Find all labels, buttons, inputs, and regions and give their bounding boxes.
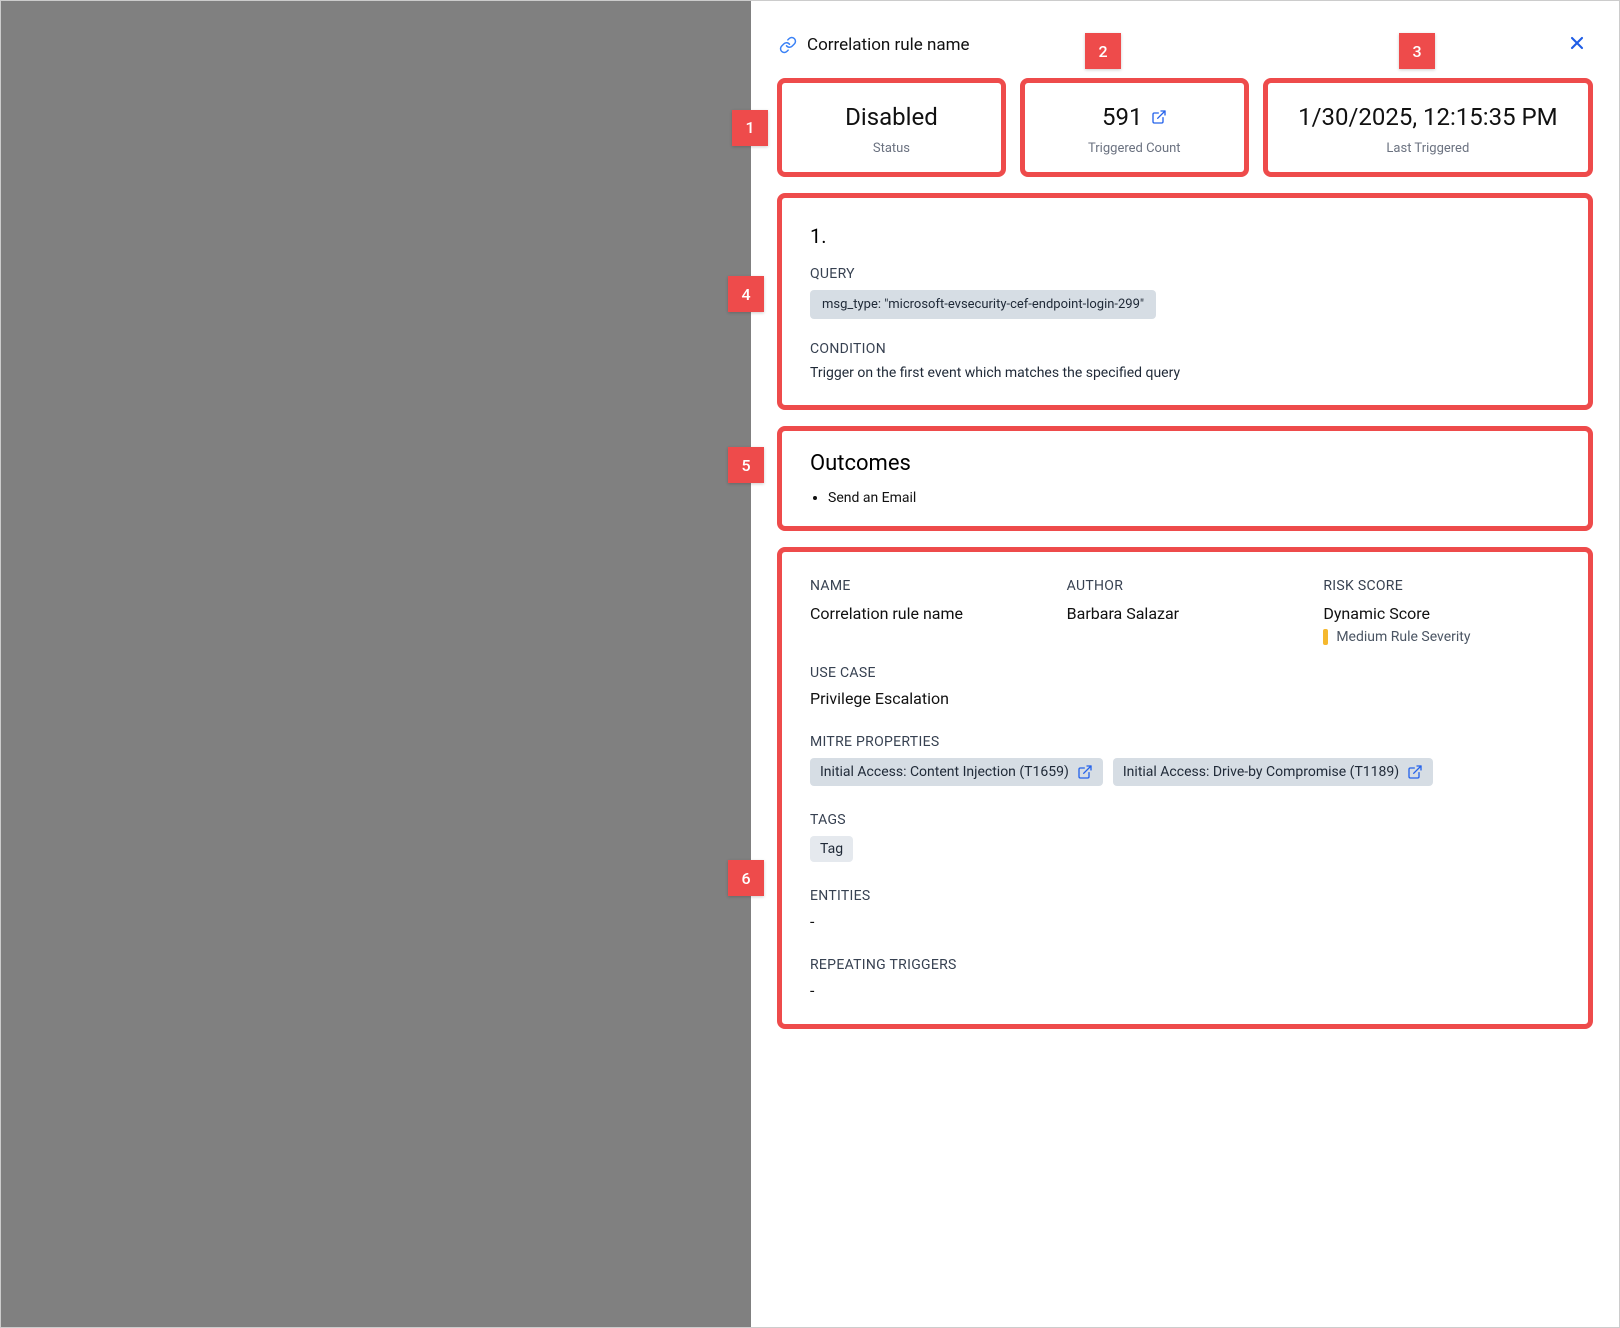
risk-label: RISK SCORE [1323, 578, 1560, 594]
close-icon [1567, 33, 1587, 56]
close-button[interactable] [1563, 29, 1591, 60]
severity-text: Medium Rule Severity [1336, 629, 1470, 645]
severity-row: Medium Rule Severity [1323, 629, 1560, 645]
outcomes-list: Send an Email [810, 490, 1560, 506]
usecase-value: Privilege Escalation [810, 689, 1560, 708]
triggered-count-number: 591 [1102, 103, 1142, 131]
repeating-label: REPEATING TRIGGERS [810, 957, 1560, 973]
usecase-section: USE CASE Privilege Escalation [810, 665, 1560, 708]
repeating-section: REPEATING TRIGGERS - [810, 957, 1560, 1000]
tags-section: TAGS Tag [810, 812, 1560, 862]
mitre-chip-text: Initial Access: Content Injection (T1659… [820, 764, 1069, 780]
author-value: Barbara Salazar [1067, 604, 1304, 623]
mitre-chip-text: Initial Access: Drive-by Compromise (T11… [1123, 764, 1399, 780]
mitre-chip[interactable]: Initial Access: Drive-by Compromise (T11… [1113, 758, 1433, 786]
status-label: Status [790, 141, 993, 156]
entities-label: ENTITIES [810, 888, 1560, 904]
triggered-count-value: 591 [1102, 103, 1166, 131]
tags-label: TAGS [810, 812, 1560, 828]
detail-panel: Correlation rule name 2 3 1 Disabled Sta… [751, 1, 1619, 1327]
name-value: Correlation rule name [810, 604, 1047, 623]
risk-cell: RISK SCORE Dynamic Score Medium Rule Sev… [1323, 578, 1560, 645]
stat-row: 1 Disabled Status 591 Triggered Count 1/… [779, 80, 1591, 175]
callout-6: 6 [728, 860, 764, 896]
callout-1: 1 [732, 110, 768, 146]
outcomes-section: 5 Outcomes Send an Email [779, 428, 1591, 529]
link-icon [779, 36, 797, 54]
modal-backdrop [1, 1, 751, 1327]
mitre-section: MITRE PROPERTIES Initial Access: Content… [810, 734, 1560, 786]
name-label: NAME [810, 578, 1047, 594]
severity-indicator [1323, 629, 1328, 645]
query-field: QUERY msg_type: "microsoft-evsecurity-ce… [810, 266, 1560, 319]
external-link-icon [1151, 109, 1167, 125]
last-triggered-value: 1/30/2025, 12:15:35 PM [1298, 103, 1558, 131]
query-step-number: 1. [810, 224, 1560, 248]
query-label: QUERY [810, 266, 1560, 282]
name-cell: NAME Correlation rule name [810, 578, 1047, 645]
condition-text: Trigger on the first event which matches… [810, 365, 1560, 381]
panel-title-wrap: Correlation rule name [779, 35, 970, 55]
external-link-icon [1077, 764, 1093, 780]
last-triggered-card: 1/30/2025, 12:15:35 PM Last Triggered [1265, 80, 1591, 175]
external-link-icon [1407, 764, 1423, 780]
panel-header: Correlation rule name [779, 29, 1591, 60]
triggered-count-card[interactable]: 591 Triggered Count [1022, 80, 1247, 175]
panel-title: Correlation rule name [807, 35, 970, 55]
query-section: 4 1. QUERY msg_type: "microsoft-evsecuri… [779, 195, 1591, 408]
callout-3: 3 [1399, 33, 1435, 69]
outcomes-title: Outcomes [810, 451, 1560, 476]
callout-5: 5 [728, 447, 764, 483]
author-label: AUTHOR [1067, 578, 1304, 594]
callout-2: 2 [1085, 33, 1121, 69]
details-section: 6 NAME Correlation rule name AUTHOR Barb… [779, 549, 1591, 1027]
mitre-label: MITRE PROPERTIES [810, 734, 1560, 750]
condition-field: CONDITION Trigger on the first event whi… [810, 341, 1560, 381]
query-value: msg_type: "microsoft-evsecurity-cef-endp… [810, 290, 1156, 319]
status-value: Disabled [845, 103, 938, 131]
risk-value: Dynamic Score [1323, 604, 1560, 623]
tags-row: Tag [810, 836, 1560, 862]
mitre-chip-row: Initial Access: Content Injection (T1659… [810, 758, 1560, 786]
status-card: 1 Disabled Status [779, 80, 1004, 175]
entities-section: ENTITIES - [810, 888, 1560, 931]
repeating-value: - [810, 981, 1560, 1000]
details-grid: NAME Correlation rule name AUTHOR Barbar… [810, 578, 1560, 645]
outcome-item: Send an Email [828, 490, 1560, 506]
usecase-label: USE CASE [810, 665, 1560, 681]
condition-label: CONDITION [810, 341, 1560, 357]
callout-4: 4 [728, 276, 764, 312]
author-cell: AUTHOR Barbara Salazar [1067, 578, 1304, 645]
tag-chip[interactable]: Tag [810, 836, 853, 862]
last-triggered-label: Last Triggered [1276, 141, 1580, 156]
triggered-count-label: Triggered Count [1033, 141, 1236, 156]
mitre-chip[interactable]: Initial Access: Content Injection (T1659… [810, 758, 1103, 786]
entities-value: - [810, 912, 1560, 931]
